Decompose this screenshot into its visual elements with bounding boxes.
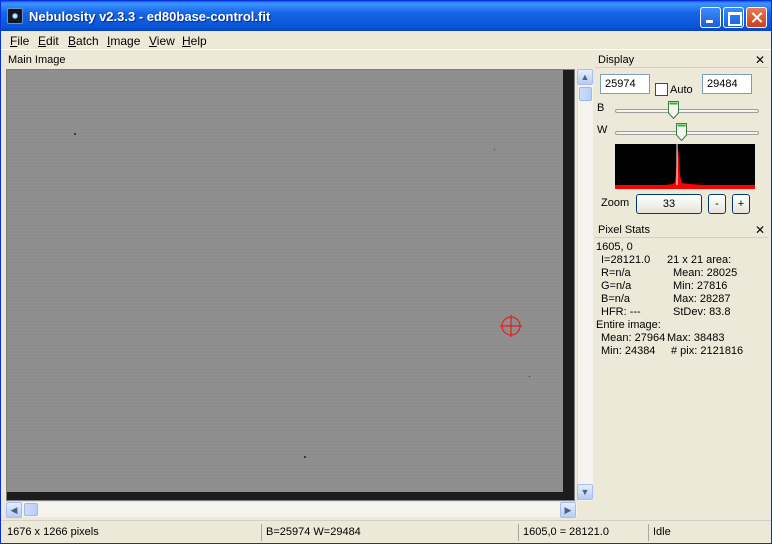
menu-bar: File Edit Batch Image View Help: [1, 31, 771, 50]
area-title: 21 x 21 area:: [667, 254, 732, 266]
entire-image-title: Entire image:: [596, 319, 661, 331]
zoom-label: Zoom: [601, 197, 630, 209]
main-image-canvas[interactable]: [6, 69, 575, 501]
maximize-button[interactable]: [723, 7, 744, 28]
display-title: Display: [598, 54, 635, 66]
image-speck: [304, 456, 306, 458]
horizontal-scroll-thumb[interactable]: [24, 503, 38, 516]
image-speck: [494, 149, 495, 150]
scrollbar-corner: [577, 501, 593, 517]
display-close-icon[interactable]: ✕: [755, 53, 765, 67]
scroll-down-button[interactable]: ▼: [577, 484, 593, 500]
white-slider-thumb[interactable]: [676, 123, 687, 141]
scroll-left-button[interactable]: ◀: [6, 502, 22, 518]
area-max: Max: 28287: [673, 293, 731, 305]
histogram: [615, 144, 755, 189]
pixel-intensity: I=28121.0: [601, 254, 651, 266]
area-stdev: StDev: 83.8: [673, 306, 731, 318]
pixel-r: R=n/a: [601, 267, 631, 279]
app-icon: [7, 8, 23, 24]
status-image-size: 1676 x 1266 pixels: [7, 526, 99, 538]
status-state: Idle: [648, 524, 769, 541]
vertical-scroll-thumb[interactable]: [579, 87, 592, 101]
scroll-right-button[interactable]: ▶: [560, 502, 576, 518]
w-slider-label: W: [597, 124, 608, 136]
menu-batch[interactable]: Batch: [68, 34, 99, 48]
zoom-in-button[interactable]: +: [732, 194, 750, 214]
area-mean: Mean: 28025: [673, 267, 738, 279]
black-slider-thumb[interactable]: [668, 101, 679, 119]
entire-mean: Mean: 27964: [601, 332, 666, 344]
pixel-stats-header: Pixel Stats ✕: [595, 221, 769, 238]
main-image-header: Main Image: [8, 54, 66, 66]
menu-image[interactable]: Image: [107, 34, 140, 48]
pixel-b: B=n/a: [601, 293, 631, 305]
zoom-value-button[interactable]: 33: [636, 194, 702, 214]
image-speck: [529, 376, 530, 377]
white-slider-track[interactable]: [615, 131, 759, 135]
auto-label: Auto: [670, 84, 693, 96]
image-pixels: [7, 70, 563, 492]
menu-view[interactable]: View: [149, 34, 175, 48]
vertical-scrollbar[interactable]: ▲ ▼: [577, 69, 593, 501]
display-panel: Display ✕ 25974 Auto 29484 B W Zoom 33 -…: [595, 51, 769, 219]
pixel-stats-title: Pixel Stats: [598, 224, 650, 236]
app-window: Nebulosity v2.3.3 - ed80base-control.fit…: [0, 0, 772, 544]
status-pixel-value: 1605,0 = 28121.0: [518, 524, 648, 541]
close-button[interactable]: [746, 7, 767, 28]
black-slider-track[interactable]: [615, 109, 759, 113]
image-border-right: [563, 70, 574, 500]
pixel-coords: 1605, 0: [596, 241, 633, 253]
menu-file[interactable]: File: [10, 34, 29, 48]
pixel-stats-close-icon[interactable]: ✕: [755, 223, 765, 237]
pixel-g: G=n/a: [601, 280, 632, 292]
area-min: Min: 27816: [673, 280, 728, 292]
entire-min: Min: 24384: [601, 345, 656, 357]
minimize-button[interactable]: [700, 7, 721, 28]
auto-checkbox[interactable]: [655, 83, 668, 96]
white-point-input[interactable]: 29484: [702, 74, 752, 94]
image-speck: [74, 133, 76, 135]
scroll-up-button[interactable]: ▲: [577, 69, 593, 85]
crosshair-icon: [500, 315, 522, 337]
pixel-hfr: HFR: ---: [601, 306, 641, 318]
title-bar[interactable]: Nebulosity v2.3.3 - ed80base-control.fit: [1, 1, 771, 31]
black-point-input[interactable]: 25974: [600, 74, 650, 94]
menu-help[interactable]: Help: [182, 34, 207, 48]
status-bar: 1676 x 1266 pixels B=25974 W=29484 1605,…: [1, 520, 771, 543]
histogram-plot: [615, 144, 755, 189]
display-header: Display ✕: [595, 51, 769, 68]
window-title: Nebulosity v2.3.3 - ed80base-control.fit: [29, 9, 271, 24]
b-slider-label: B: [597, 102, 605, 114]
zoom-out-button[interactable]: -: [708, 194, 726, 214]
pixel-stats-panel: Pixel Stats ✕ 1605, 0 I=28121.0 21 x 21 …: [595, 221, 769, 363]
status-black-white: B=25974 W=29484: [261, 524, 518, 541]
entire-max: Max: 38483: [667, 332, 725, 344]
horizontal-scrollbar[interactable]: ◀ ▶: [6, 501, 577, 518]
entire-pixel-count: # pix: 2121816: [671, 345, 744, 357]
image-border-bottom: [7, 492, 574, 500]
menu-edit[interactable]: Edit: [38, 34, 59, 48]
